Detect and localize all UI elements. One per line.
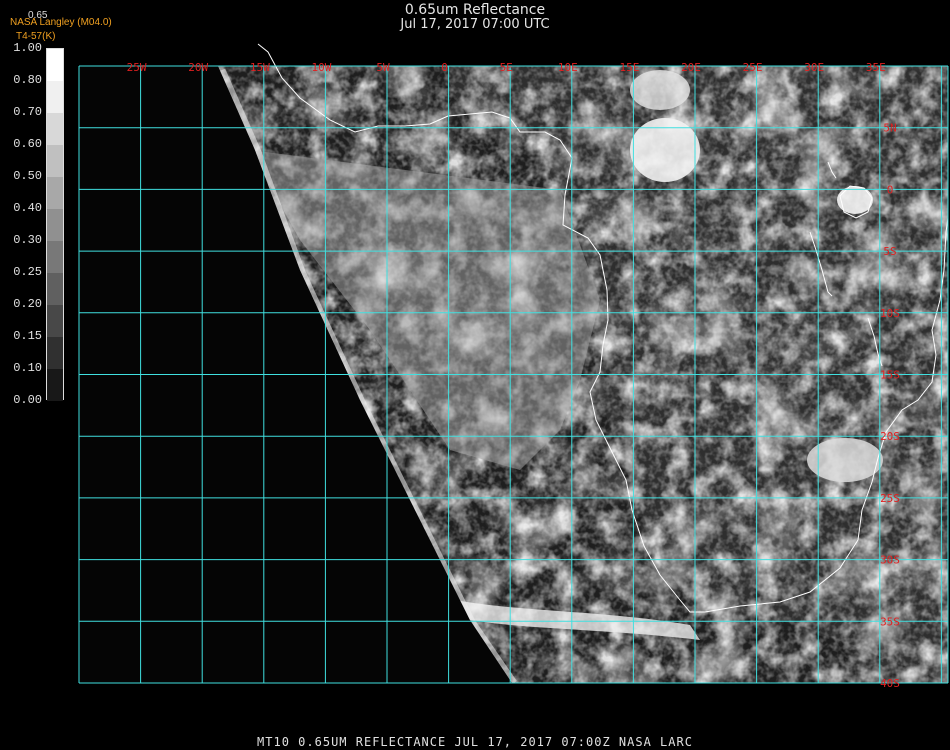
colorbar-segment [47,273,63,305]
longitude-label: 30E [804,61,824,74]
latitude-label: 30S [880,554,900,567]
longitude-label: 5W [376,61,390,74]
longitude-label: 25E [743,61,763,74]
latitude-label: 25S [880,492,900,505]
colorbar-segment [47,113,63,145]
longitude-label: 20E [681,61,701,74]
latitude-label: 15S [880,369,900,382]
longitude-label: 0 [441,61,448,74]
colorbar-segment [47,337,63,369]
longitude-label: 20W [188,61,208,74]
colorbar-tick-label: 0.40 [13,201,42,215]
colorbar-tick-label: 0.70 [13,105,42,119]
colorbar [46,48,64,401]
longitude-label: 25W [127,61,147,74]
colorbar-segment [47,305,63,337]
colorbar-tick-label: 0.60 [13,137,42,151]
footer-caption: MT10 0.65UM REFLECTANCE JUL 17, 2017 07:… [257,735,693,749]
credit-label: NASA Langley (M04.0) [10,17,112,28]
longitude-label: 35E [866,61,886,74]
longitude-label: 10W [311,61,331,74]
colorbar-tick-label: 0.20 [13,297,42,311]
latitude-label: 10S [880,307,900,320]
colorbar-segment [47,145,63,177]
longitude-label: 15E [619,61,639,74]
colorbar-tick-label: 0.10 [13,361,42,375]
latitude-label: 40S [880,677,900,690]
latitude-label: 0 [887,183,894,196]
colorbar-segment [47,177,63,209]
latitude-label: 20S [880,430,900,443]
colorbar-segment [47,49,63,81]
colorbar-tick-label: 0.80 [13,73,42,87]
colorbar-segment [47,209,63,241]
satellite-map: 25W 20W 15W 10W 5W 0 5E 10E 15E 20E 25E 30E 35E 5N 0 5S… [78,43,949,690]
latitude-label: 5S [883,245,896,258]
chart-datetime: Jul 17, 2017 07:00 UTC [400,17,550,32]
latitude-label: 5N [883,122,896,135]
colorbar-segment [47,369,63,401]
colorbar-segment [47,241,63,273]
chart-title: 0.65um Reflectance [404,2,546,18]
colorbar-segment [47,81,63,113]
colorbar-tick-label: 0.00 [13,393,42,407]
colorbar-tick-label: 0.15 [13,329,42,343]
latitude-label: 35S [880,615,900,628]
longitude-label: 15W [250,61,270,74]
colorbar-tick-label: 0.50 [13,169,42,183]
colorbar-tick-label: 0.30 [13,233,42,247]
colorbar-tick-label: 1.00 [13,41,42,55]
longitude-label: 5E [500,61,513,74]
colorbar-tick-label: 0.25 [13,265,42,279]
longitude-label: 10E [558,61,578,74]
